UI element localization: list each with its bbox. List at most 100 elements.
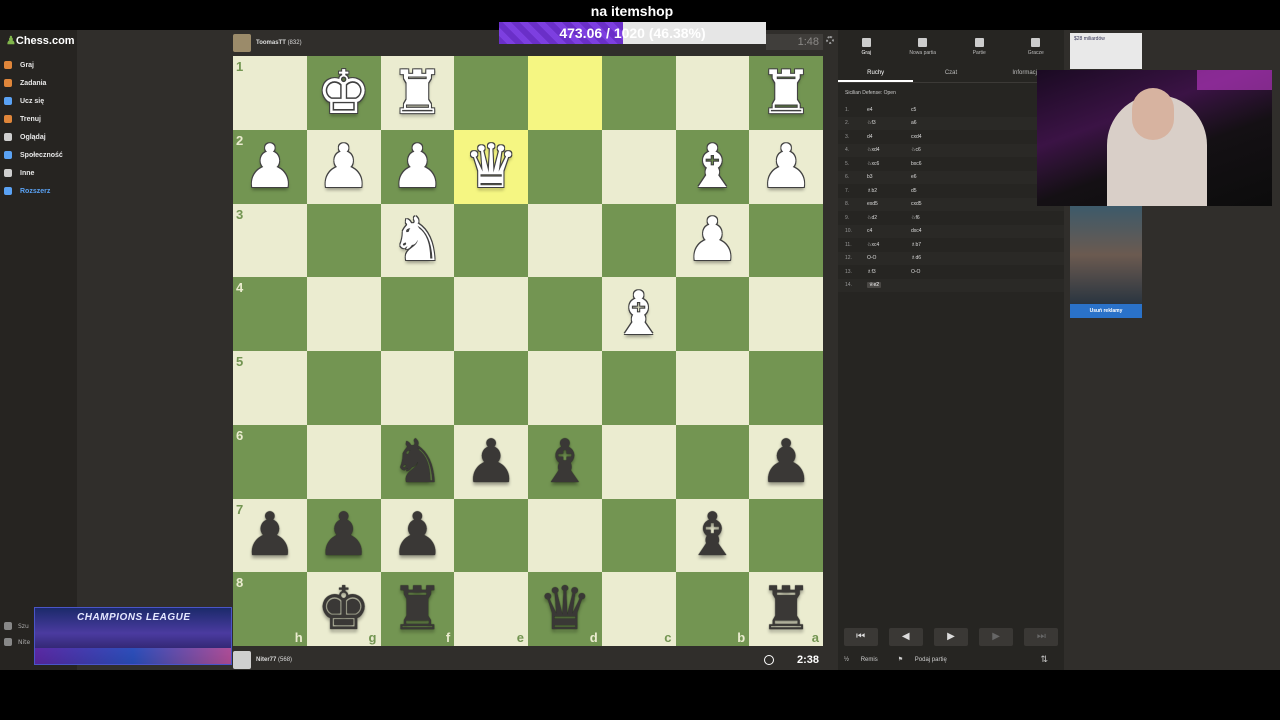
black-queen-icon[interactable]: ♛ — [538, 579, 592, 639]
white-move[interactable]: ♘xd4 — [867, 147, 911, 153]
draw-button[interactable]: ½ Remis — [844, 657, 888, 663]
board-square[interactable] — [749, 498, 823, 573]
board-square[interactable]: ♟ — [749, 424, 823, 499]
board-square[interactable] — [454, 277, 528, 351]
board-square[interactable] — [454, 498, 528, 573]
first-move-icon[interactable]: ⏮ — [843, 628, 878, 646]
board-square[interactable]: ♟ — [380, 498, 455, 573]
sidebar-item-3[interactable]: Trenuj — [4, 110, 63, 128]
board-square[interactable] — [528, 129, 602, 204]
board-square[interactable]: ♟ — [454, 424, 528, 499]
board-square[interactable]: ♟ — [675, 203, 750, 278]
ad-banner[interactable]: $28 miliardów — [1070, 33, 1142, 69]
board-square[interactable]: b — [675, 572, 750, 646]
black-move[interactable]: ♘c6 — [911, 147, 955, 153]
board-square[interactable] — [306, 351, 381, 425]
black-pawn-icon[interactable]: ♟ — [317, 505, 371, 565]
board-square[interactable]: f ♜ — [380, 572, 455, 646]
board-square[interactable]: 2 ♟ — [233, 129, 307, 204]
bottom-player-name[interactable]: Niter77 — [256, 657, 276, 663]
white-move[interactable]: ♗b2 — [867, 188, 911, 194]
black-move[interactable]: ♗d6 — [911, 255, 955, 261]
board-square[interactable]: 8h — [233, 572, 307, 646]
white-move[interactable]: O-O — [867, 255, 911, 261]
board-square[interactable]: 1 — [233, 56, 307, 130]
board-square[interactable]: d ♛ — [528, 572, 602, 646]
board-square[interactable]: ♝ — [675, 498, 750, 573]
sidebar-item-6[interactable]: Inne — [4, 164, 63, 182]
board-square[interactable]: ♜ — [749, 56, 823, 130]
sidebar-item-4[interactable]: Oglądaj — [4, 128, 63, 146]
last-move-icon[interactable]: ⏭ — [1024, 628, 1059, 646]
board-square[interactable]: ♞ — [380, 424, 455, 499]
board-square[interactable]: 6 — [233, 424, 307, 499]
board-square[interactable]: 3 — [233, 203, 307, 278]
sidebar-item-7[interactable]: Rozszerz — [4, 182, 63, 200]
board-square[interactable]: c — [601, 572, 676, 646]
board-square[interactable]: ♟ — [749, 129, 823, 204]
board-square[interactable] — [749, 203, 823, 278]
board-square[interactable] — [454, 203, 528, 278]
board-square[interactable] — [306, 277, 381, 351]
board-square[interactable] — [675, 351, 750, 425]
board-square[interactable] — [675, 277, 750, 351]
black-move[interactable]: d5 — [911, 188, 955, 194]
white-move[interactable]: ♘d2 — [867, 215, 911, 221]
black-move[interactable]: cxd4 — [911, 134, 955, 140]
board-square[interactable] — [528, 498, 602, 573]
white-pawn-icon[interactable]: ♟ — [390, 137, 444, 197]
white-move[interactable]: ♕e2 — [867, 282, 911, 289]
sidebar-search[interactable]: Szu — [4, 618, 30, 634]
white-knight-icon[interactable]: ♞ — [390, 210, 444, 270]
black-pawn-icon[interactable]: ♟ — [464, 432, 518, 492]
white-king-icon[interactable]: ♚ — [317, 63, 371, 123]
board-square[interactable]: a ♜ — [749, 572, 823, 646]
board-square[interactable] — [675, 424, 750, 499]
board-square[interactable]: ♛ — [454, 129, 528, 204]
board-square[interactable] — [306, 424, 381, 499]
board-square[interactable] — [528, 351, 602, 425]
black-bishop-icon[interactable]: ♝ — [685, 505, 739, 565]
prev-move-icon[interactable]: ◀ — [888, 628, 923, 646]
white-move[interactable]: exd5 — [867, 201, 911, 207]
white-pawn-icon[interactable]: ♟ — [759, 137, 813, 197]
board-square[interactable] — [528, 56, 602, 130]
chess-logo[interactable]: ♟Chess.com — [6, 34, 75, 47]
bottom-player-avatar[interactable] — [233, 651, 251, 669]
gear-icon[interactable] — [826, 36, 834, 44]
board-square[interactable] — [601, 56, 676, 130]
board-square[interactable] — [380, 351, 455, 425]
board-square[interactable] — [528, 277, 602, 351]
white-bishop-icon[interactable]: ♝ — [685, 137, 739, 197]
sidebar-profile[interactable]: Nite — [4, 634, 30, 650]
black-move[interactable]: c5 — [911, 107, 955, 113]
top-player-avatar[interactable] — [233, 34, 251, 52]
black-move[interactable]: e6 — [911, 174, 955, 180]
white-move[interactable]: c4 — [867, 228, 911, 234]
black-pawn-icon[interactable]: ♟ — [243, 505, 297, 565]
sidebar-item-2[interactable]: Ucz się — [4, 92, 63, 110]
black-king-icon[interactable]: ♚ — [317, 579, 371, 639]
top-player-name[interactable]: ToomasTT — [256, 40, 286, 46]
board-square[interactable]: ♟ — [306, 129, 381, 204]
white-move[interactable]: b3 — [867, 174, 911, 180]
black-move[interactable]: O-O — [911, 269, 955, 275]
panel-tab-1[interactable]: Nowa partia — [895, 30, 952, 63]
sidebar-item-5[interactable]: Społeczność — [4, 146, 63, 164]
board-square[interactable]: ♟ — [306, 498, 381, 573]
panel-tab-2[interactable]: Partie — [951, 30, 1008, 63]
white-move[interactable]: e4 — [867, 107, 911, 113]
board-square[interactable]: ♞ — [380, 203, 455, 278]
board-square[interactable]: g ♚ — [306, 572, 381, 646]
white-move[interactable]: ♘f3 — [867, 120, 911, 126]
play-icon[interactable]: ▶ — [933, 628, 968, 646]
white-move[interactable]: ♗f3 — [867, 269, 911, 275]
board-square[interactable] — [675, 56, 750, 130]
remove-ads-button[interactable]: Usuń reklamy — [1070, 304, 1142, 318]
board-square[interactable]: 5 — [233, 351, 307, 425]
panel-tab-3[interactable]: Gracze — [1008, 30, 1065, 63]
white-move[interactable]: ♘xc6 — [867, 161, 911, 167]
opening-name[interactable]: Sicilian Defense: Open — [838, 83, 1064, 103]
black-rook-icon[interactable]: ♜ — [759, 579, 813, 639]
white-rook-icon[interactable]: ♜ — [390, 63, 444, 123]
